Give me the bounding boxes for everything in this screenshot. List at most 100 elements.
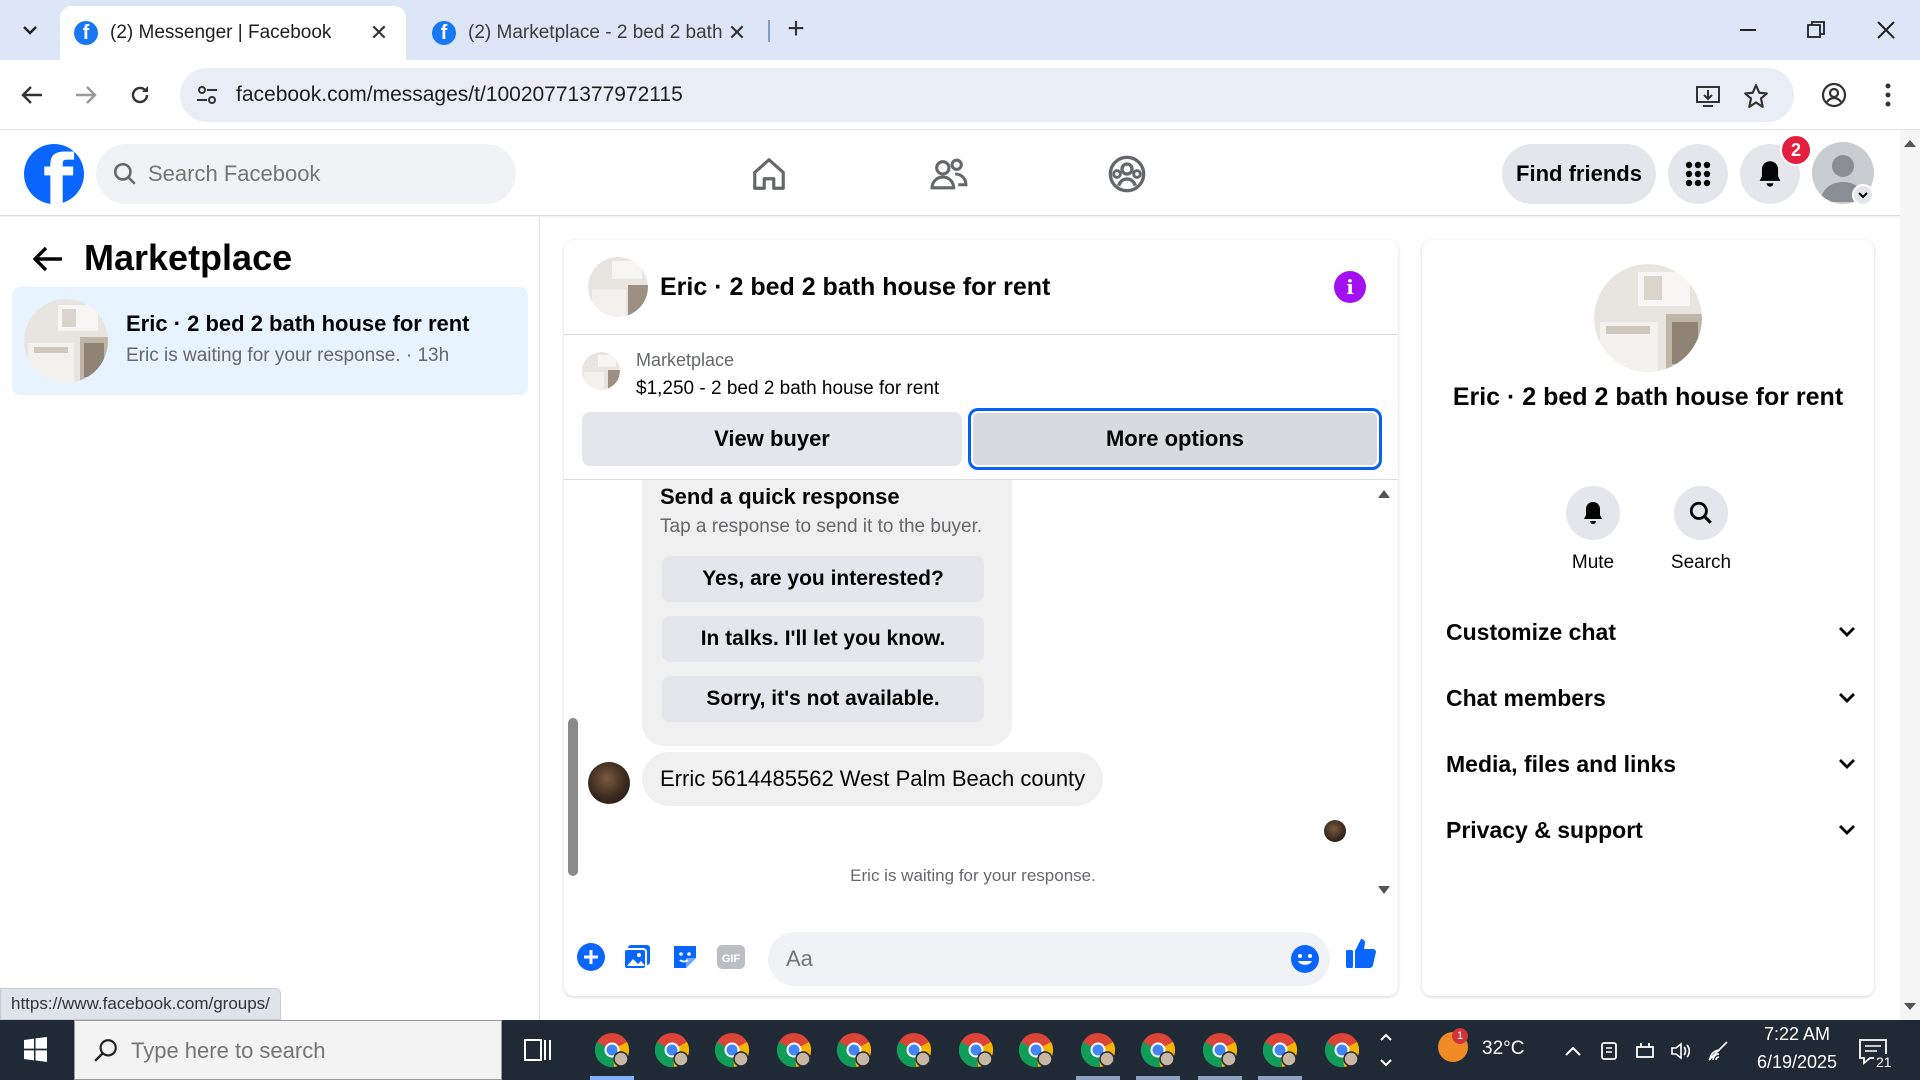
chrome-taskbar-icon[interactable]: [1080, 1032, 1116, 1068]
chrome-taskbar-icon[interactable]: [1140, 1032, 1176, 1068]
close-tab-icon[interactable]: ✕: [724, 20, 750, 46]
weather-alert-badge: 1: [1452, 1028, 1468, 1044]
scroll-down-arrow-icon[interactable]: [1378, 886, 1390, 894]
search-action[interactable]: Search: [1656, 486, 1746, 574]
tab-title: (2) Marketplace - 2 bed 2 bath h: [468, 22, 724, 43]
chrome-taskbar-icon[interactable]: [1262, 1032, 1298, 1068]
emoji-icon[interactable]: [1288, 942, 1322, 976]
quick-response-option[interactable]: Sorry, it's not available.: [662, 676, 984, 722]
nav-home[interactable]: [744, 150, 794, 198]
scroll-down-arrow-icon[interactable]: [1900, 996, 1920, 1016]
restore-button[interactable]: [1782, 0, 1850, 60]
minimize-button[interactable]: [1714, 0, 1782, 60]
chrome-taskbar-icon[interactable]: [958, 1032, 994, 1068]
nav-friends[interactable]: [924, 150, 974, 198]
page-scrollbar[interactable]: [1900, 130, 1920, 1020]
bell-icon[interactable]: [1566, 486, 1620, 540]
facebook-logo-icon[interactable]: f: [24, 144, 84, 204]
chrome-taskbar-icon[interactable]: [1202, 1032, 1238, 1068]
close-tab-icon[interactable]: ✕: [366, 20, 392, 46]
facebook-search[interactable]: [96, 144, 516, 204]
volume-icon[interactable]: [1668, 1038, 1694, 1064]
chrome-taskbar-icon[interactable]: [896, 1032, 932, 1068]
facebook-favicon-icon: f: [432, 21, 456, 45]
chrome-taskbar-icon[interactable]: [654, 1032, 690, 1068]
mute-action[interactable]: Mute: [1548, 486, 1638, 574]
account-menu-chevron-icon[interactable]: [1852, 184, 1874, 206]
clock-time[interactable]: 7:22 AM: [1752, 1024, 1842, 1045]
message-bubble[interactable]: Erric 5614485562 West Palm Beach county: [642, 752, 1104, 806]
browser-tab-messenger[interactable]: f (2) Messenger | Facebook ✕: [60, 6, 406, 60]
quick-response-option[interactable]: Yes, are you interested?: [662, 556, 984, 602]
tab-search-button[interactable]: [10, 10, 50, 50]
taskbar-search-input[interactable]: [131, 1035, 491, 1067]
temperature[interactable]: 32°C: [1482, 1038, 1524, 1060]
browser-menu-button[interactable]: [1868, 75, 1908, 115]
kebab-menu-icon: [1885, 83, 1891, 107]
search-icon[interactable]: [1674, 486, 1728, 540]
more-actions-plus-icon[interactable]: [574, 940, 608, 974]
taskbar-scroll-arrows-icon[interactable]: [1378, 1030, 1394, 1070]
view-buyer-button[interactable]: View buyer: [582, 412, 962, 466]
listing-title[interactable]: $1,250 - 2 bed 2 bath house for rent: [636, 378, 939, 400]
address-bar[interactable]: facebook.com/messages/t/1002077137797211…: [180, 68, 1794, 122]
scroll-up-arrow-icon[interactable]: [1378, 490, 1390, 498]
install-app-icon[interactable]: [1694, 82, 1722, 110]
profile-button[interactable]: [1814, 75, 1854, 115]
task-view-icon[interactable]: [522, 1034, 556, 1066]
back-button[interactable]: [12, 75, 52, 115]
chrome-taskbar-icon[interactable]: [1018, 1032, 1054, 1068]
meet-now-icon[interactable]: [1596, 1038, 1622, 1064]
wifi-icon[interactable]: [1706, 1038, 1732, 1064]
forward-button[interactable]: [66, 75, 106, 115]
site-info-icon[interactable]: [194, 82, 220, 108]
show-hidden-icons-chevron-icon[interactable]: [1560, 1038, 1586, 1064]
message-input[interactable]: [786, 944, 1266, 974]
sticker-icon[interactable]: [668, 940, 702, 974]
chat-scrollbar[interactable]: [1374, 486, 1390, 898]
browser-tab-marketplace[interactable]: f (2) Marketplace - 2 bed 2 bath h ✕: [418, 6, 764, 60]
battery-icon[interactable]: [1632, 1038, 1658, 1064]
quick-response-card: Send a quick response Tap a response to …: [642, 480, 1012, 746]
chat-scroll-thumb[interactable]: [568, 718, 578, 876]
new-tab-button[interactable]: +: [780, 14, 812, 46]
open-app-indicator: [1198, 1076, 1242, 1080]
section-privacy-support[interactable]: Privacy & support: [1446, 810, 1856, 850]
url-text[interactable]: facebook.com/messages/t/1002077137797211…: [236, 83, 683, 107]
chrome-taskbar-icon[interactable]: [594, 1032, 630, 1068]
chrome-taskbar-icon[interactable]: [714, 1032, 750, 1068]
menu-grid-button[interactable]: [1668, 144, 1728, 204]
conversation-info-icon[interactable]: i: [1334, 271, 1366, 303]
close-window-button[interactable]: [1852, 0, 1920, 60]
windows-start-icon[interactable]: [12, 1030, 58, 1070]
chrome-taskbar-icon[interactable]: [776, 1032, 812, 1068]
more-options-button[interactable]: More options: [968, 408, 1382, 470]
chrome-taskbar-icon[interactable]: [1324, 1032, 1360, 1068]
attach-photo-icon[interactable]: [620, 940, 654, 974]
section-customize-chat[interactable]: Customize chat: [1446, 612, 1856, 652]
arrow-left-icon: [33, 246, 62, 272]
search-label: Search: [1670, 552, 1732, 573]
gif-icon[interactable]: GIF: [714, 940, 748, 974]
sender-avatar[interactable]: [588, 762, 630, 804]
clock-date[interactable]: 6/19/2025: [1742, 1052, 1852, 1073]
listing-avatar[interactable]: [1594, 264, 1702, 372]
chrome-taskbar-icon[interactable]: [836, 1032, 872, 1068]
nav-groups[interactable]: [1102, 150, 1152, 198]
chevron-down-icon: [23, 26, 37, 35]
conversation-item[interactable]: Eric · 2 bed 2 bath house for rent Eric …: [12, 287, 528, 395]
chat-avatar[interactable]: [588, 257, 648, 317]
reload-button[interactable]: [120, 75, 160, 115]
find-friends-button[interactable]: Find friends: [1502, 144, 1656, 204]
scroll-up-arrow-icon[interactable]: [1900, 134, 1920, 154]
message-input-wrapper[interactable]: [768, 932, 1330, 986]
facebook-search-input[interactable]: [148, 158, 498, 190]
back-arrow-button[interactable]: [28, 239, 68, 279]
section-media-files-links[interactable]: Media, files and links: [1446, 744, 1856, 784]
bookmark-star-icon[interactable]: [1742, 82, 1770, 110]
quick-response-option[interactable]: In talks. I'll let you know.: [662, 616, 984, 662]
thumbs-up-icon[interactable]: [1344, 936, 1378, 970]
section-chat-members[interactable]: Chat members: [1446, 678, 1856, 718]
taskbar-search[interactable]: [74, 1020, 502, 1080]
message-composer: GIF: [564, 916, 1398, 996]
